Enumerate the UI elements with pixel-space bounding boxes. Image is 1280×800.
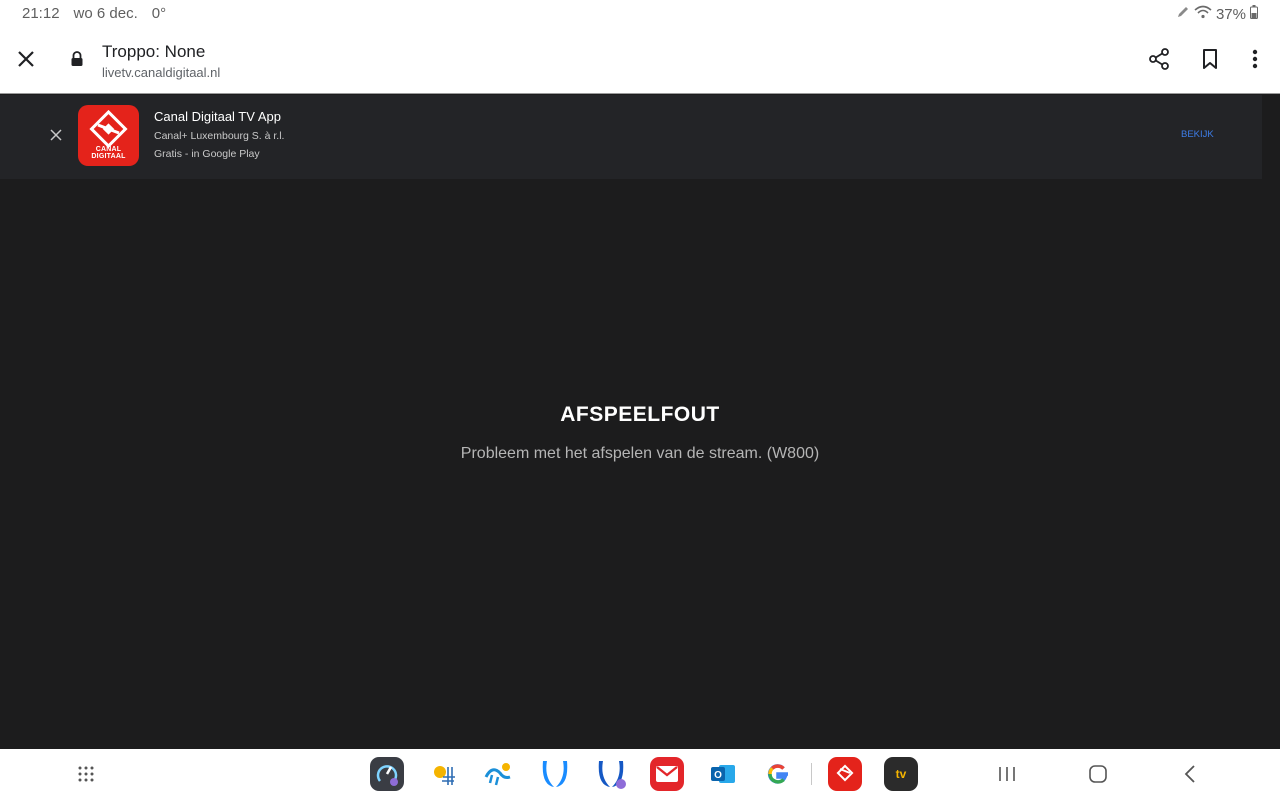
tv-app-label: tv xyxy=(895,767,907,781)
banner-app-price: Gratis - in Google Play xyxy=(154,148,260,160)
back-icon[interactable] xyxy=(1175,759,1205,789)
google-app-icon[interactable] xyxy=(761,757,795,791)
screen: 21:12 wo 6 dec. 0° 37% Troppo: None live… xyxy=(0,0,1280,800)
status-time: 21:12 xyxy=(22,5,60,22)
bookmark-icon[interactable] xyxy=(1194,43,1226,75)
buienradar-app-icon[interactable] xyxy=(481,757,515,791)
outlook-app-icon[interactable]: O xyxy=(706,757,740,791)
status-bar: 21:12 wo 6 dec. 0° 37% xyxy=(0,0,1280,28)
close-icon[interactable] xyxy=(10,43,42,75)
app-install-banner: CANAL DIGITAAL Canal Digitaal TV App Can… xyxy=(0,95,1262,179)
browser-toolbar: Troppo: None livetv.canaldigitaal.nl xyxy=(0,28,1280,94)
canal-digitaal-app-icon[interactable] xyxy=(828,757,862,791)
battery-percent: 37% xyxy=(1215,5,1246,23)
video-player[interactable]: AFSPEELFOUT Probleem met het afspelen va… xyxy=(0,179,1280,749)
status-date: wo 6 dec. xyxy=(73,5,138,22)
wifi-icon xyxy=(1194,5,1212,23)
page-url[interactable]: livetv.canaldigitaal.nl xyxy=(102,65,220,80)
speedtest-app-icon[interactable] xyxy=(370,757,404,791)
outlook-letter: O xyxy=(714,770,722,781)
error-title: AFSPEELFOUT xyxy=(560,403,720,426)
lock-icon[interactable] xyxy=(61,43,93,75)
app-icon-label: CANAL DIGITAAL xyxy=(91,146,126,160)
tv-app-icon[interactable]: tv xyxy=(884,757,918,791)
status-temperature: 0° xyxy=(151,5,167,22)
dock-separator xyxy=(811,763,812,785)
app-drawer-icon[interactable] xyxy=(71,759,101,789)
home-icon[interactable] xyxy=(1083,759,1113,789)
banner-close-icon[interactable] xyxy=(40,119,72,151)
bluesky-app-icon[interactable] xyxy=(538,757,572,791)
weather-app-icon[interactable] xyxy=(426,757,460,791)
canal-digitaal-app-logo: CANAL DIGITAAL xyxy=(78,105,139,166)
share-icon[interactable] xyxy=(1143,43,1175,75)
bekijk-button[interactable]: BEKIJK xyxy=(1181,129,1214,140)
taskbar: O tv xyxy=(0,749,1280,800)
mail-app-icon[interactable] xyxy=(650,757,684,791)
banner-app-developer: Canal+ Luxembourg S. à r.l. xyxy=(154,130,285,142)
recent-apps-icon[interactable] xyxy=(992,759,1022,789)
banner-app-name: Canal Digitaal TV App xyxy=(154,109,281,124)
pen-icon xyxy=(1176,5,1190,23)
battery-icon xyxy=(1250,5,1258,23)
error-message: Probleem met het afspelen van de stream.… xyxy=(460,445,820,462)
page-title[interactable]: Troppo: None xyxy=(102,42,205,62)
bluesky-secure-app-icon[interactable] xyxy=(594,757,628,791)
more-vert-icon[interactable] xyxy=(1239,43,1271,75)
